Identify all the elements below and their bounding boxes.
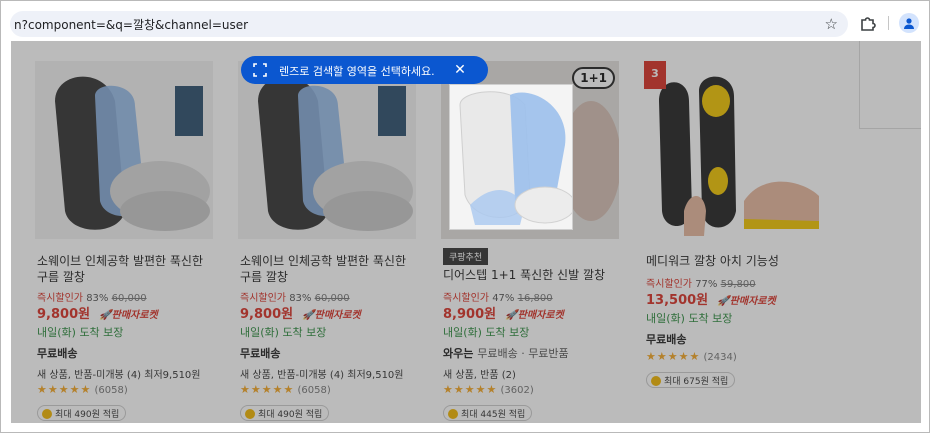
browser-window: n?component=&q=깔창&channel=user ☆ 소웨이브 인체… xyxy=(0,0,930,433)
delivery-info: 내일(화) 도착 보장 xyxy=(443,326,530,339)
shipping-info: 무료배송 xyxy=(37,345,77,361)
discount-row: 즉시할인가 77% 59,800 xyxy=(646,275,756,290)
lens-prompt-text: 렌즈로 검색할 영역을 선택하세요. xyxy=(279,65,435,78)
product-card[interactable]: 3 메디워크 깔창 아치 기능성 즉시할인가 77% 59,800 13,500… xyxy=(620,41,822,423)
delivery-info: 내일(화) 도착 보장 xyxy=(240,326,327,339)
product-title[interactable]: 디어스텝 1+1 푹신한 신발 깔창 xyxy=(443,267,621,283)
url-text[interactable]: n?component=&q=깔창&channel=user xyxy=(14,16,248,33)
points-badge: 최대 490원 적립 xyxy=(37,405,127,421)
product-title[interactable]: 소웨이브 인체공학 발편한 푹신한 구름 깔창 xyxy=(240,253,418,285)
product-options: 새 상품, 반품-미개봉 (4) 최저9,510원 xyxy=(37,370,201,381)
coin-icon xyxy=(448,409,458,419)
points-label: 최대 675원 적립 xyxy=(664,377,729,387)
price-row: 9,800원 🚀판매자로켓 xyxy=(37,303,158,322)
discount-row: 즉시할인가 83% 60,000 xyxy=(240,289,350,304)
rocket-badge: 🚀판매자로켓 xyxy=(99,310,157,321)
shipping-extra: 무료배송 · 무료반품 xyxy=(477,347,569,360)
bundle-badge: 1+1 xyxy=(572,67,615,89)
rocket-label: 판매자로켓 xyxy=(517,310,564,321)
lens-highlight-region[interactable] xyxy=(449,84,573,230)
rating-stars: ★★★★★ xyxy=(646,350,701,363)
price-row: 9,800원 🚀판매자로켓 xyxy=(240,303,361,322)
points-badge: 최대 445원 적립 xyxy=(443,405,533,421)
product-title[interactable]: 소웨이브 인체공학 발편한 푹신한 구름 깔창 xyxy=(37,253,215,285)
delivery-info: 내일(화) 도착 보장 xyxy=(37,326,124,339)
points-label: 최대 445원 적립 xyxy=(461,410,526,420)
side-panel xyxy=(859,41,921,129)
product-image[interactable]: 3 xyxy=(644,61,822,239)
shipping-label: 와우는 xyxy=(443,347,474,360)
rating-stars: ★★★★★ xyxy=(240,383,295,396)
lens-prompt-banner: 렌즈로 검색할 영역을 선택하세요. ✕ xyxy=(241,56,488,84)
shipping-info: 무료배송 xyxy=(646,331,686,347)
coin-icon xyxy=(42,409,52,419)
shipping-label: 무료배송 xyxy=(37,347,78,360)
recommend-tag: 쿠팡추천 xyxy=(443,248,489,265)
points-label: 최대 490원 적립 xyxy=(55,410,120,420)
rocket-badge: 🚀판매자로켓 xyxy=(302,310,360,321)
address-bar[interactable]: n?component=&q=깔창&channel=user ☆ xyxy=(10,11,848,37)
region-select-icon xyxy=(253,63,267,77)
review-count: (2434) xyxy=(703,352,737,363)
puzzle-icon[interactable] xyxy=(859,14,877,32)
product-title[interactable]: 메디워크 깔창 아치 기능성 xyxy=(646,253,824,269)
search-results-page: 소웨이브 인체공학 발편한 푹신한 구름 깔창 즉시할인가 83% 60,000… xyxy=(11,41,921,423)
rating-row: ★★★★★ (6058) xyxy=(240,383,331,396)
rocket-label: 판매자로켓 xyxy=(729,296,776,307)
toolbar-divider xyxy=(888,16,889,30)
product-card[interactable]: 소웨이브 인체공학 발편한 푹신한 구름 깔창 즉시할인가 83% 60,000… xyxy=(11,41,213,423)
rating-stars: ★★★★★ xyxy=(37,383,92,396)
sale-price: 13,500원 xyxy=(646,293,709,308)
review-count: (6058) xyxy=(94,385,128,396)
review-count: (6058) xyxy=(297,385,331,396)
rocket-icon: 🚀 xyxy=(505,310,518,321)
sale-price: 9,800원 xyxy=(37,307,91,322)
star-icon[interactable]: ☆ xyxy=(825,15,838,33)
rating-row: ★★★★★ (3602) xyxy=(443,383,534,396)
product-options: 새 상품, 반품-미개봉 (4) 최저9,510원 xyxy=(240,370,404,381)
close-icon[interactable]: ✕ xyxy=(451,61,469,79)
rocket-icon: 🚀 xyxy=(99,310,112,321)
rating-stars: ★★★★★ xyxy=(443,383,498,396)
points-badge: 최대 675원 적립 xyxy=(646,372,736,388)
price-row: 13,500원 🚀판매자로켓 xyxy=(646,289,776,308)
rocket-badge: 🚀판매자로켓 xyxy=(717,296,775,307)
shipping-label: 무료배송 xyxy=(646,333,687,346)
coin-icon xyxy=(651,376,661,386)
rocket-label: 판매자로켓 xyxy=(314,310,361,321)
shipping-info: 무료배송 xyxy=(240,345,280,361)
discount-row: 즉시할인가 47% 16,800 xyxy=(443,289,553,304)
rating-row: ★★★★★ (2434) xyxy=(646,350,737,363)
person-icon[interactable] xyxy=(899,13,919,33)
points-label: 최대 490원 적립 xyxy=(258,410,323,420)
rating-row: ★★★★★ (6058) xyxy=(37,383,128,396)
shipping-info: 와우는 무료배송 · 무료반품 xyxy=(443,345,569,361)
delivery-info: 내일(화) 도착 보장 xyxy=(646,312,733,325)
rank-badge: 3 xyxy=(644,61,666,89)
product-card[interactable]: 소웨이브 인체공학 발편한 푹신한 구름 깔창 즉시할인가 83% 60,000… xyxy=(214,41,416,423)
sale-price: 8,900원 xyxy=(443,307,497,322)
points-badge: 최대 490원 적립 xyxy=(240,405,330,421)
rocket-label: 판매자로켓 xyxy=(111,310,158,321)
rocket-badge: 🚀판매자로켓 xyxy=(505,310,563,321)
browser-toolbar: n?component=&q=깔창&channel=user ☆ xyxy=(2,2,929,41)
rocket-icon: 🚀 xyxy=(717,296,730,307)
shipping-label: 무료배송 xyxy=(240,347,281,360)
product-image[interactable] xyxy=(35,61,213,239)
review-count: (3602) xyxy=(500,385,534,396)
coin-icon xyxy=(245,409,255,419)
price-row: 8,900원 🚀판매자로켓 xyxy=(443,303,564,322)
product-image[interactable] xyxy=(238,61,416,239)
product-options: 새 상품, 반품 (2) xyxy=(443,370,516,381)
discount-row: 즉시할인가 83% 60,000 xyxy=(37,289,147,304)
rocket-icon: 🚀 xyxy=(302,310,315,321)
sale-price: 9,800원 xyxy=(240,307,294,322)
